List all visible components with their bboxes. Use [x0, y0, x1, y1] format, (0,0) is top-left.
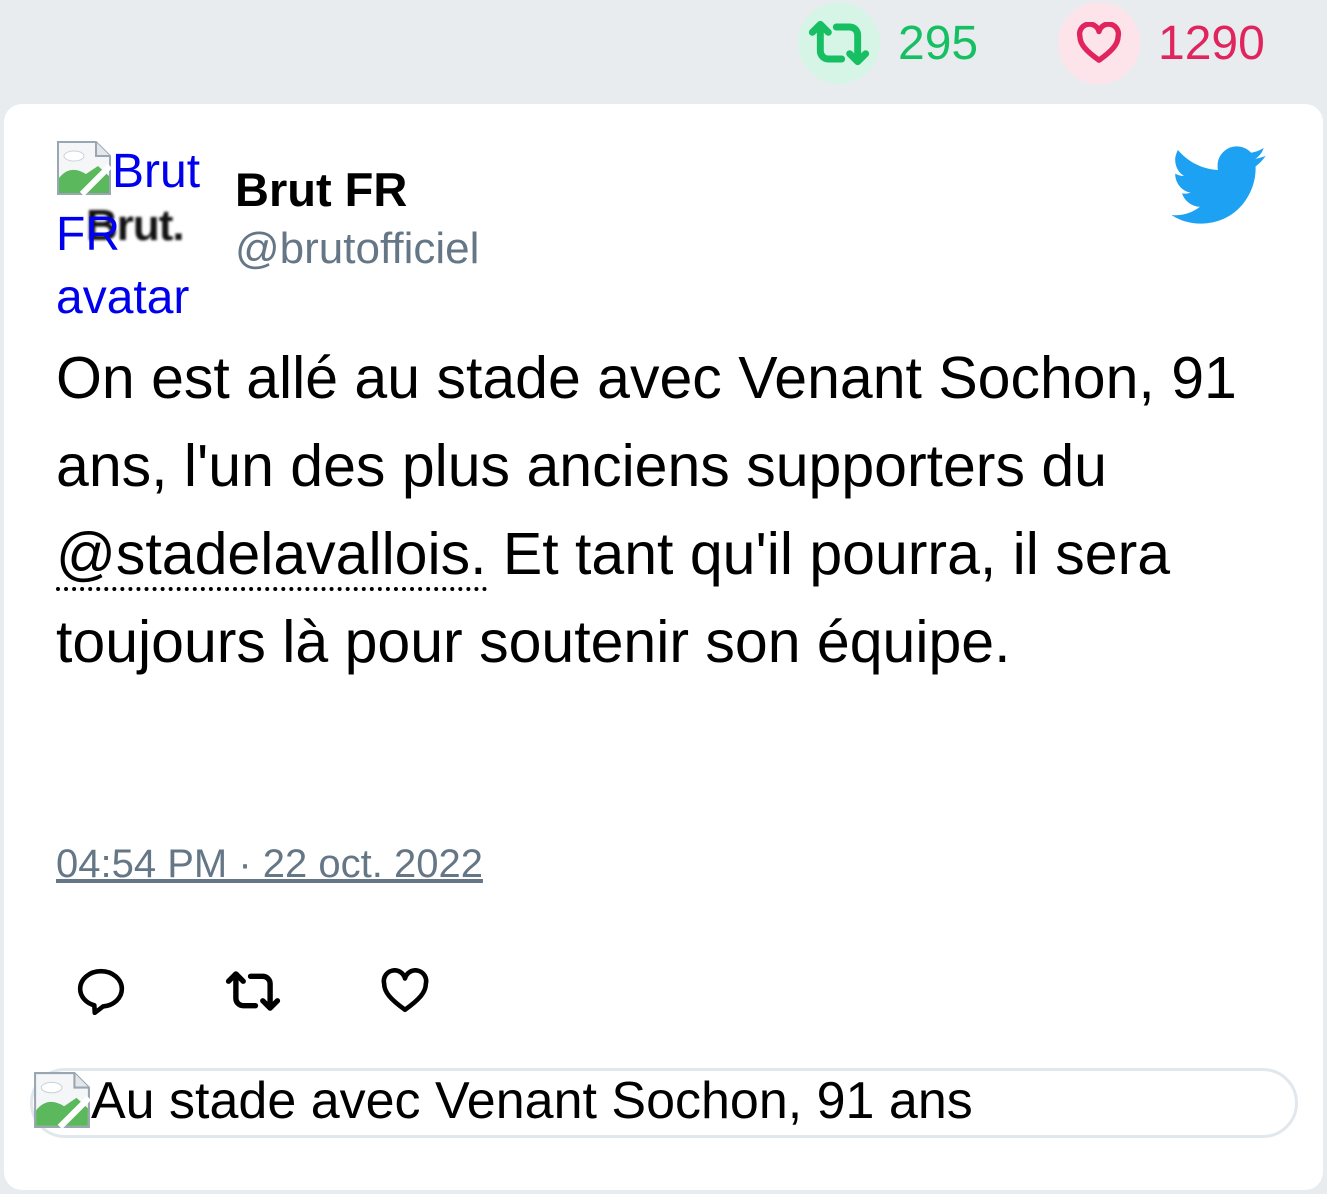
retweet-icon[interactable] [798, 2, 880, 84]
tweet-actions [70, 960, 526, 1022]
link-preview-card[interactable]: Au stade avec Venant Sochon, 91 ans [30, 1068, 1298, 1138]
tweet-text-part1: On est allé au stade avec Venant Sochon,… [56, 345, 1237, 499]
heart-icon[interactable] [1058, 2, 1140, 84]
like-action-icon[interactable] [374, 960, 436, 1022]
author-name[interactable]: Brut FR [235, 162, 407, 217]
tweet-text: On est allé au stade avec Venant Sochon,… [56, 334, 1256, 686]
broken-image-icon [34, 1072, 91, 1129]
like-stat[interactable]: 1290 [1058, 2, 1265, 84]
retweet-count: 295 [898, 16, 979, 70]
tweet-timestamp[interactable]: 04:54 PM · 22 oct. 2022 [56, 842, 483, 887]
preview-title: Au stade avec Venant Sochon, 91 ans [91, 1072, 973, 1130]
like-count: 1290 [1158, 16, 1265, 70]
mention-link[interactable]: @stadelavallois. [56, 521, 487, 591]
retweet-stat[interactable]: 295 [798, 2, 978, 84]
retweet-action-icon[interactable] [222, 960, 284, 1022]
author-handle[interactable]: @brutofficiel [235, 224, 479, 274]
author-avatar-link[interactable]: Brut. Brut FR avatar [56, 140, 216, 324]
broken-image-icon [57, 141, 112, 196]
reply-icon[interactable] [70, 960, 132, 1022]
tweet-card: Brut. Brut FR avatar Brut FR @brutoffici… [4, 104, 1323, 1190]
engagement-summary: 295 1290 [0, 0, 1327, 100]
twitter-bird-icon[interactable] [1172, 146, 1268, 226]
